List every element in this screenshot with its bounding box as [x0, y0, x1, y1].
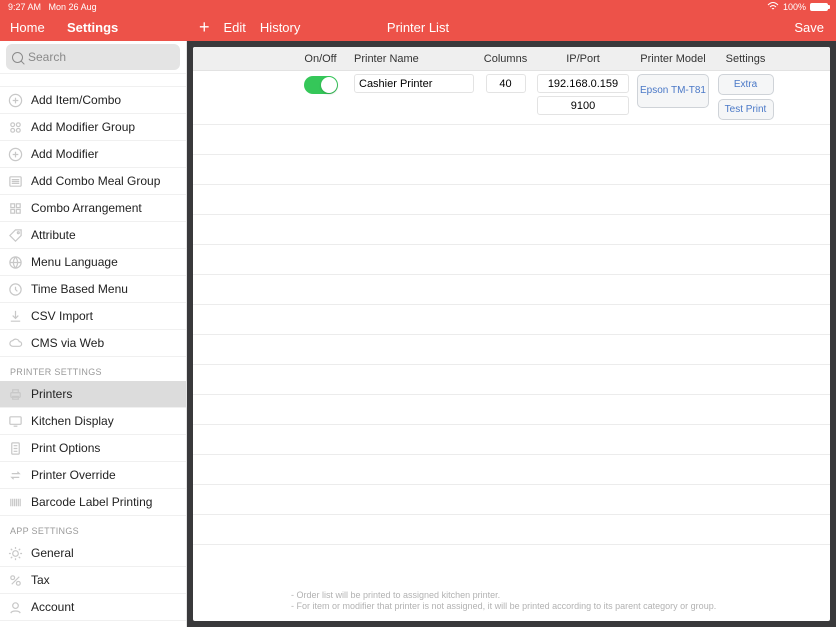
gear-icon [8, 546, 23, 561]
edit-button[interactable]: Edit [224, 20, 246, 35]
sidebar: Search Add Item/Combo Add Modifier Group… [0, 41, 187, 627]
columns-input[interactable]: 40 [486, 74, 526, 93]
printer-toggle[interactable] [304, 76, 338, 94]
history-button[interactable]: History [260, 20, 300, 35]
battery-percent: 100% [783, 2, 806, 12]
col-columns: Columns [478, 53, 533, 65]
test-print-button[interactable]: Test Print [718, 99, 774, 120]
sidebar-item-account[interactable]: Account [0, 594, 186, 621]
printer-name-input[interactable]: Cashier Printer [354, 74, 474, 93]
col-ip-port: IP/Port [533, 53, 633, 65]
sidebar-item-kitchen-display[interactable]: Kitchen Display [0, 408, 186, 435]
tag-icon [8, 228, 23, 243]
sidebar-item-time-based-menu[interactable]: Time Based Menu [0, 276, 186, 303]
doc-icon [8, 441, 23, 456]
percent-icon [8, 573, 23, 588]
table-row [193, 155, 830, 185]
table-row [193, 515, 830, 545]
col-printer-model: Printer Model [633, 53, 713, 65]
home-button[interactable]: Home [0, 20, 55, 35]
sidebar-item-add-combo-meal-group[interactable]: Add Combo Meal Group [0, 168, 186, 195]
save-button[interactable]: Save [794, 20, 836, 35]
barcode-icon [8, 495, 23, 510]
table-row [193, 185, 830, 215]
wifi-icon [767, 2, 779, 11]
table-row: Cashier Printer 40 192.168.0.159 9100 Ep… [193, 71, 830, 125]
page-title: Printer List [387, 20, 449, 35]
top-nav: Home Settings + Edit History Printer Lis… [0, 13, 836, 41]
grid-icon [8, 201, 23, 216]
footer-note: Order list will be printed to assigned k… [291, 590, 820, 613]
battery-icon [810, 3, 828, 11]
status-time: 9:27 AM [8, 2, 41, 12]
settings-title: Settings [67, 20, 118, 35]
content-panel: On/Off Printer Name Columns IP/Port Prin… [187, 41, 836, 627]
clock-icon [8, 282, 23, 297]
printer-table: On/Off Printer Name Columns IP/Port Prin… [193, 47, 830, 545]
sidebar-item-printer-override[interactable]: Printer Override [0, 462, 186, 489]
table-row [193, 215, 830, 245]
sidebar-item-cms-via-web[interactable]: CMS via Web [0, 330, 186, 357]
sidebar-item-attribute[interactable]: Attribute [0, 222, 186, 249]
table-row [193, 365, 830, 395]
sidebar-item-partial[interactable] [0, 73, 186, 87]
table-row [193, 455, 830, 485]
display-icon [8, 414, 23, 429]
printer-icon [8, 387, 23, 402]
table-row [193, 275, 830, 305]
extra-button[interactable]: Extra [718, 74, 774, 95]
port-input[interactable]: 9100 [537, 96, 629, 115]
col-printer-name: Printer Name [348, 53, 478, 65]
search-input[interactable]: Search [6, 44, 180, 70]
sidebar-item-add-modifier[interactable]: Add Modifier [0, 141, 186, 168]
table-row [193, 335, 830, 365]
list-icon [8, 174, 23, 189]
search-placeholder: Search [28, 50, 66, 64]
section-header-printer: PRINTER SETTINGS [0, 357, 186, 381]
col-onoff: On/Off [293, 53, 348, 65]
table-row [193, 125, 830, 155]
sidebar-item-add-modifier-group[interactable]: Add Modifier Group [0, 114, 186, 141]
status-bar: 9:27 AM Mon 26 Aug 100% [0, 0, 836, 13]
grid-icon [8, 120, 23, 135]
sidebar-item-barcode-label-printing[interactable]: Barcode Label Printing [0, 489, 186, 516]
section-header-app: APP SETTINGS [0, 516, 186, 540]
table-header: On/Off Printer Name Columns IP/Port Prin… [193, 47, 830, 71]
sidebar-item-csv-import[interactable]: CSV Import [0, 303, 186, 330]
printer-model-button[interactable]: Epson TM-T81 [637, 74, 709, 108]
globe-icon [8, 255, 23, 270]
plus-circle-icon [8, 147, 23, 162]
search-icon [12, 52, 23, 63]
status-date: Mon 26 Aug [49, 2, 97, 12]
plus-circle-icon [8, 93, 23, 108]
sidebar-item-printers[interactable]: Printers [0, 381, 186, 408]
sidebar-item-general[interactable]: General [0, 540, 186, 567]
footer-line-1: Order list will be printed to assigned k… [291, 590, 820, 602]
sidebar-item-add-item-combo[interactable]: Add Item/Combo [0, 87, 186, 114]
table-row [193, 245, 830, 275]
user-icon [8, 600, 23, 615]
table-row [193, 395, 830, 425]
sidebar-item-tax[interactable]: Tax [0, 567, 186, 594]
sidebar-item-print-options[interactable]: Print Options [0, 435, 186, 462]
ip-input[interactable]: 192.168.0.159 [537, 74, 629, 93]
cloud-icon [8, 336, 23, 351]
table-row [193, 425, 830, 455]
download-icon [8, 309, 23, 324]
add-icon[interactable]: + [199, 18, 210, 36]
table-row [193, 485, 830, 515]
sidebar-item-menu-language[interactable]: Menu Language [0, 249, 186, 276]
table-row [193, 305, 830, 335]
sidebar-item-combo-arrangement[interactable]: Combo Arrangement [0, 195, 186, 222]
swap-icon [8, 468, 23, 483]
footer-line-2: For item or modifier that printer is not… [291, 601, 820, 613]
col-settings: Settings [713, 53, 778, 65]
